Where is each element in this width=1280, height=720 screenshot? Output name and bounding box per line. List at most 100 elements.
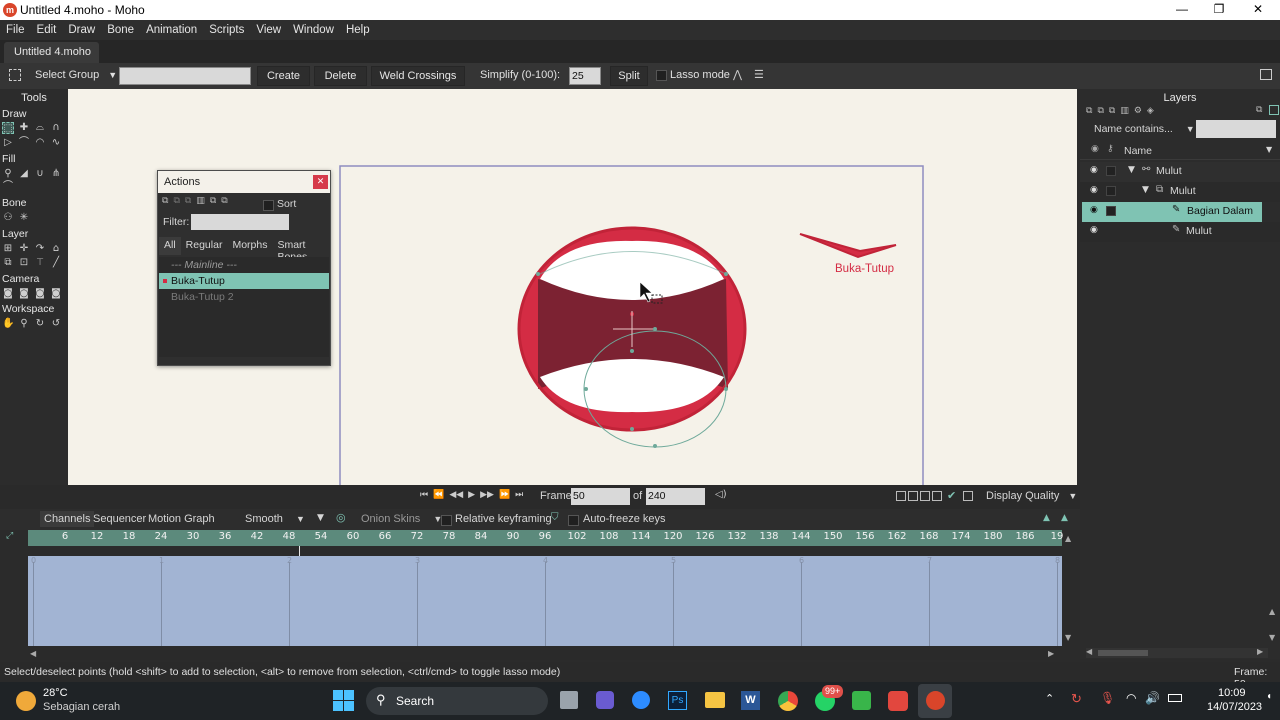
freehand-tool-icon[interactable]: ⌒ [18, 137, 30, 149]
layer-filter-input[interactable] [1196, 120, 1276, 138]
group-name-input[interactable] [119, 67, 251, 85]
menu-edit[interactable]: Edit [31, 24, 63, 36]
transform-bone-tool-icon[interactable]: ✳ [18, 212, 30, 224]
onion-skins-dropdown[interactable]: Onion Skins ▼ [361, 513, 442, 525]
name-column-header[interactable]: Name [1124, 145, 1152, 157]
weather-icon[interactable] [16, 691, 36, 711]
visibility-eye-icon[interactable]: ◉ [1090, 185, 1098, 195]
transform-layer-tool-icon[interactable]: ⊞ [2, 243, 14, 255]
onion-skin-icon[interactable]: ◎ [336, 511, 346, 524]
sort-checkbox[interactable] [263, 198, 274, 211]
paint-bucket-tool-icon[interactable]: ∪ [34, 168, 46, 180]
new-layer-icon[interactable]: ⧉ [1086, 106, 1092, 116]
menu-scripts[interactable]: Scripts [203, 24, 250, 36]
layers-vscroll-down-icon[interactable]: ▼ [1269, 633, 1275, 642]
clock-time[interactable]: 10:09 [1218, 687, 1246, 699]
next-frame-icon[interactable]: ▶▶ [480, 490, 494, 500]
select-bone-tool-icon[interactable]: ⚇ [2, 212, 14, 224]
timeline-track[interactable]: 0 1 2 3 4 5 6 7 8 [28, 556, 1062, 646]
last-frame-icon[interactable]: ⏭ [515, 490, 523, 500]
start-button[interactable] [333, 690, 354, 711]
total-frames-input[interactable]: 240 [646, 488, 705, 505]
volume-icon[interactable]: 🔊 [1145, 691, 1160, 705]
relative-keyframing-checkbox[interactable] [441, 513, 452, 526]
paste-action-icon[interactable]: ⧉ [185, 196, 191, 208]
point-handle[interactable] [584, 387, 588, 391]
play-icon[interactable]: ▶ [468, 490, 475, 500]
wifi-icon[interactable]: ◠ [1126, 691, 1136, 705]
visibility-eye-icon[interactable]: ◉ [1090, 225, 1098, 235]
translate-points-tool-icon[interactable]: ✚ [18, 122, 30, 134]
shape-tool-icon[interactable]: ◠ [34, 137, 46, 149]
copy-action-icon[interactable]: ⧉ [173, 196, 179, 208]
filter-input[interactable] [191, 214, 289, 230]
timeline-scrollbar[interactable]: ◀ ▶ [30, 649, 1060, 660]
scroll-thumb[interactable] [1098, 650, 1148, 656]
clock-date[interactable]: 14/07/2023 [1207, 701, 1262, 713]
select-shape-tool-icon[interactable]: ⚲ [2, 168, 14, 180]
scroll-left-icon[interactable]: ◀ [1086, 647, 1092, 656]
word-icon[interactable]: W [741, 691, 760, 710]
shear-layer-tool-icon[interactable]: ⌂ [50, 243, 62, 255]
eyedropper-tool-icon[interactable]: ╱ [50, 257, 62, 269]
lasso-shape-icon[interactable]: ⋀ [733, 68, 747, 82]
display-quality-dropdown[interactable]: Display Quality ▼ [986, 490, 1077, 502]
point-handle[interactable] [724, 272, 728, 276]
frame-fit-icon[interactable] [963, 491, 973, 501]
point-handle[interactable] [630, 427, 634, 431]
first-frame-icon[interactable]: ⏮ [420, 490, 428, 500]
curvature-tool-icon[interactable]: ⌓ [34, 122, 46, 134]
single-view-icon[interactable] [896, 491, 906, 501]
menu-draw[interactable]: Draw [62, 24, 101, 36]
magnet-tool-icon[interactable]: ∩ [50, 122, 62, 134]
weather-temperature[interactable]: 28°C [43, 687, 68, 699]
menu-file[interactable]: File [0, 24, 31, 36]
battery-icon[interactable] [1168, 694, 1182, 702]
ruler-scroll-down-icon[interactable]: ▼ [1065, 633, 1071, 642]
audio-icon[interactable]: ◁) [715, 489, 727, 500]
line-width-tool-icon[interactable]: ⋔ [50, 168, 62, 180]
file-explorer-icon[interactable] [705, 692, 725, 708]
visibility-eye-icon[interactable]: ◉ [1090, 165, 1098, 175]
switch-layer-tool-icon[interactable]: ⧉ [2, 257, 14, 269]
list-item[interactable]: Buka-Tutup [159, 273, 329, 289]
grid-view-icon[interactable] [932, 491, 942, 501]
frame-input[interactable]: 50 [571, 488, 630, 505]
notification-bell-icon[interactable]: ◖ [1266, 691, 1272, 702]
split-view-icon[interactable] [908, 491, 918, 501]
lasso-list-icon[interactable]: ☰ [754, 68, 768, 82]
rotate-layer-tool-icon[interactable]: ↷ [34, 243, 46, 255]
minimize-button[interactable]: — [1172, 2, 1192, 16]
layers-expand-icon[interactable]: ⧉ [1256, 105, 1262, 115]
tab-smart-bones[interactable]: Smart Bones [272, 237, 330, 263]
photoshop-icon[interactable]: Ps [668, 691, 687, 710]
layers-vscroll-up-icon[interactable]: ▲ [1269, 607, 1275, 616]
lasso-mode-checkbox[interactable] [656, 69, 667, 81]
point-handle[interactable] [653, 327, 657, 331]
point-handle[interactable] [630, 349, 634, 353]
copy-layer-icon[interactable]: ⧉ [1109, 106, 1115, 116]
panel-toggle-icon[interactable] [1260, 69, 1272, 80]
layer-row[interactable]: ◉ ▼ ⚯ Mulut [1080, 162, 1280, 182]
orbit-workspace-tool-icon[interactable]: ↺ [50, 318, 62, 330]
layers-collapse-icon[interactable] [1269, 105, 1279, 115]
duplicate-layer-icon[interactable]: ⧉ [1097, 106, 1103, 116]
delete-button[interactable]: Delete [314, 66, 367, 86]
timeline-zoom-out-icon[interactable]: ▲ [1061, 513, 1068, 523]
new-action-icon[interactable]: ⧉ [162, 196, 168, 208]
keyframe-filter-dropdown[interactable]: ▼ [317, 513, 324, 523]
menu-bone[interactable]: Bone [101, 24, 140, 36]
set-origin-tool-icon[interactable]: ✛ [18, 243, 30, 255]
insert-action-icon[interactable]: ⧉ [221, 196, 227, 208]
hand-tool-icon[interactable]: ✋ [2, 318, 14, 330]
tab-morphs[interactable]: Morphs [227, 237, 272, 255]
quad-view-icon[interactable] [920, 491, 930, 501]
maximize-button[interactable]: ❐ [1209, 2, 1229, 16]
tab-all[interactable]: All [159, 237, 181, 255]
layer-filter-dropdown[interactable]: Name contains... ▼ [1094, 123, 1195, 135]
track-camera-tool-icon[interactable]: ◙ [2, 288, 14, 300]
list-item[interactable]: --- Mainline --- [159, 257, 329, 273]
step-back-icon[interactable]: ⏪ [433, 490, 444, 500]
create-shape-tool-icon[interactable]: ◢ [18, 168, 30, 180]
moho-taskbar-icon[interactable] [918, 684, 952, 718]
